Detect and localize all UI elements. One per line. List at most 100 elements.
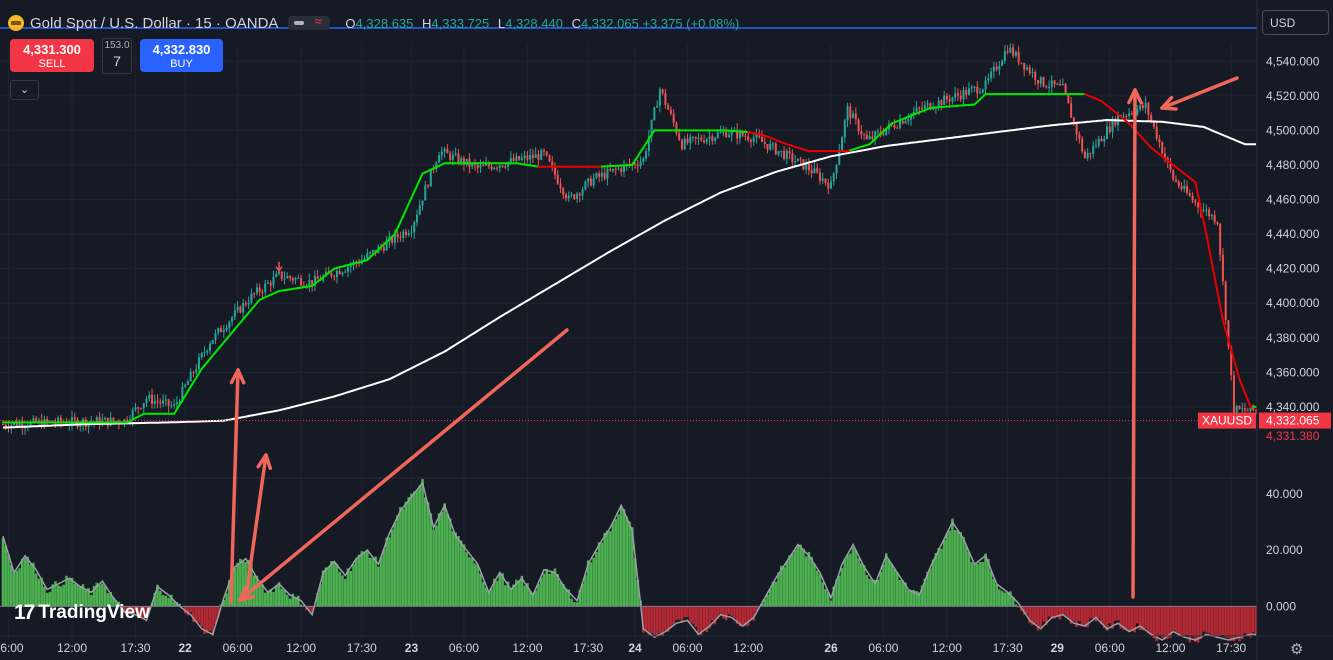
currency-select[interactable]: USD — [1262, 10, 1329, 35]
histogram-bar — [327, 567, 330, 607]
candle — [749, 140, 752, 142]
histogram-bar — [774, 581, 778, 607]
histogram-bar — [733, 606, 736, 619]
candle — [222, 330, 225, 333]
candle — [658, 89, 661, 106]
candle — [518, 156, 521, 160]
histogram-bar — [1188, 606, 1192, 643]
candle — [404, 231, 407, 236]
candle — [979, 92, 982, 94]
oscillator-tick-label: 20.000 — [1266, 543, 1303, 557]
candle — [148, 394, 151, 399]
candle — [407, 233, 410, 236]
histogram-bar — [1000, 590, 1004, 607]
time-tick-label: 12:00 — [1155, 641, 1185, 655]
time-tick-label: 17:30 — [573, 641, 603, 655]
histogram-bar — [277, 582, 281, 607]
market-status-toggle[interactable] — [288, 13, 331, 30]
sell-button[interactable]: 4,331.300 SELL — [10, 39, 94, 72]
time-tick-label: 12:00 — [932, 641, 962, 655]
histogram-bar — [890, 563, 894, 607]
histogram-bar — [1210, 606, 1214, 638]
histogram-bar — [1003, 592, 1007, 607]
candle — [830, 181, 832, 189]
histogram-bar — [29, 564, 32, 607]
candle — [225, 328, 228, 331]
candle — [1246, 410, 1249, 412]
candle — [1141, 105, 1144, 108]
candle — [1053, 80, 1056, 85]
histogram-bar — [288, 598, 292, 607]
candle — [275, 273, 278, 278]
chevron-down-icon[interactable]: ⌄ — [10, 80, 39, 100]
candle — [893, 125, 896, 128]
candle — [1232, 375, 1235, 415]
candle — [189, 371, 192, 382]
histogram-bar — [829, 600, 833, 607]
histogram-bar — [628, 521, 631, 607]
gear-icon[interactable]: ⚙ — [1290, 640, 1303, 658]
candle — [714, 137, 717, 142]
buy-button[interactable]: 4,332.830 BUY — [140, 39, 223, 72]
histogram-bar — [451, 531, 455, 607]
candle — [725, 131, 728, 138]
histogram-bar — [390, 529, 394, 607]
candle — [162, 400, 165, 404]
candle — [744, 135, 747, 137]
candle — [250, 293, 253, 303]
histogram-bar — [280, 588, 284, 607]
histogram-bar — [807, 551, 811, 607]
chart-canvas[interactable]: XAUUSD 4,540.000 4,520.000 4,500.000 4,480.0… — [0, 0, 1333, 660]
histogram-bar — [837, 575, 841, 607]
candle — [1034, 71, 1037, 81]
time-tick-label: 17:30 — [347, 641, 377, 655]
histogram-bar — [1033, 606, 1037, 624]
histogram-bar — [7, 554, 10, 607]
candle — [871, 136, 874, 139]
histogram-bar — [559, 581, 562, 607]
candle — [482, 165, 485, 167]
candle — [948, 99, 951, 102]
candle — [197, 357, 200, 370]
histogram-bar — [1205, 606, 1208, 633]
currency-value: USD — [1270, 16, 1296, 30]
time-tick-label: 12:00 — [286, 641, 316, 655]
candle — [184, 384, 187, 387]
histogram-bar — [849, 553, 852, 607]
candle — [1009, 47, 1012, 53]
candle — [1194, 200, 1197, 203]
histogram-bar — [189, 606, 192, 613]
candle — [206, 350, 209, 353]
candle — [907, 119, 910, 121]
histogram-bar — [650, 606, 653, 633]
candle — [255, 287, 258, 294]
candle — [239, 306, 242, 313]
histogram-bar — [600, 542, 604, 607]
candle — [1221, 254, 1224, 282]
candle — [421, 200, 424, 206]
histogram-bar — [945, 533, 949, 607]
histogram-bar — [32, 562, 35, 607]
histogram-bar — [341, 575, 344, 607]
quantity-box[interactable]: 153.0 7 — [102, 38, 132, 74]
candle — [164, 399, 167, 401]
histogram-bar — [782, 567, 786, 607]
candle — [565, 194, 568, 199]
histogram-bar — [1185, 606, 1189, 636]
histogram-bar — [470, 558, 474, 607]
symbol-logo-icon — [8, 15, 24, 31]
symbol-title[interactable]: Gold Spot / U.S. Dollar · 15 · OANDA — [30, 15, 278, 32]
candle — [573, 194, 576, 199]
histogram-bar — [589, 562, 593, 607]
candle — [683, 138, 686, 150]
candle — [841, 137, 844, 151]
histogram-bar — [404, 501, 408, 607]
candle — [1202, 209, 1205, 212]
histogram-bar — [697, 606, 700, 633]
candle — [534, 154, 537, 158]
histogram-bar — [1224, 606, 1227, 638]
histogram-bar — [349, 570, 353, 607]
histogram-bar — [1116, 606, 1120, 621]
candle — [159, 402, 162, 404]
histogram-bar — [283, 589, 286, 607]
